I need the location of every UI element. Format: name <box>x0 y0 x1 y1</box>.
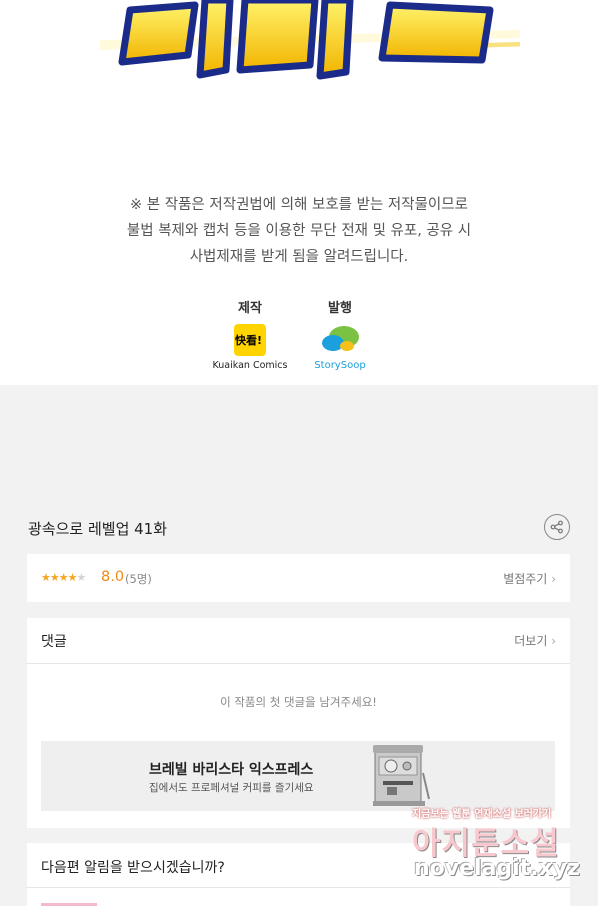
copyright-line: 불법 복제와 캡처 등을 이용한 무단 전재 및 유포, 공유 시 <box>126 223 472 239</box>
comments-title: 댓글 <box>41 634 67 650</box>
kuaikan-logo-text: 快看! <box>235 334 263 347</box>
share-icon <box>550 520 563 534</box>
episode-title-row: 광속으로 레벨업 41화 <box>28 514 570 544</box>
rating-score: 8.0 <box>101 569 125 585</box>
production-name: Kuaikan Comics <box>212 360 288 371</box>
star-filled-icon: ★ <box>67 571 78 584</box>
copyright-line: ※ 본 작품은 저작권법에 의해 보호를 받는 저작물이므로 <box>130 197 468 213</box>
comments-more-button[interactable]: 더보기 › <box>514 632 556 649</box>
star-filled-icon: ★ <box>58 571 69 584</box>
episode-footer: ※ 본 작품은 저작권법에 의해 보호를 받는 저작물이므로 불법 복제와 캡처… <box>0 0 598 385</box>
episode-title: 광속으로 레벨업 41화 <box>28 520 168 538</box>
chevron-right-icon: › <box>551 634 556 648</box>
star-filled-icon: ★ <box>49 571 60 584</box>
watermark-url: novelagit.xyz <box>414 856 580 881</box>
star-filled-icon: ★ <box>41 571 51 584</box>
star-empty-icon: ★ <box>76 571 87 584</box>
notify-question: 다음편 알림을 받으시겠습니까? <box>41 860 225 876</box>
rating-stars: ★★★★★ <box>41 571 87 584</box>
site-watermark: 지금보는 웹툰 연재소설 보러가기 아지툰소설 novelagit.xyz <box>410 800 598 890</box>
comments-card: 댓글 더보기 › 이 작품의 첫 댓글을 남겨주세요! 브레빌 바리스타 익스프… <box>27 618 570 828</box>
production-credit: 제작 快看! Kuaikan Comics <box>210 297 290 371</box>
comments-more-label: 더보기 <box>514 634 548 648</box>
share-button[interactable] <box>544 514 570 540</box>
publisher-credit: 발행 StorySoop <box>300 297 380 371</box>
rating-card: ★★★★★ 8.0 (5명) 별점주기 › <box>27 554 570 602</box>
kuaikan-logo: 快看! <box>234 324 266 356</box>
comments-header: 댓글 더보기 › <box>27 618 570 664</box>
rate-button-label: 별점주기 <box>503 572 548 586</box>
ad-subtitle: 집에서도 프로페셔널 커피를 즐기세요 <box>149 782 314 794</box>
ad-title: 브레빌 바리스타 익스프레스 <box>149 762 314 778</box>
copyright-notice: ※ 본 작품은 저작권법에 의해 보호를 받는 저작물이므로 불법 복제와 캡처… <box>0 192 598 270</box>
copyright-line: 사법제재를 받게 됨을 알려드립니다. <box>189 249 409 265</box>
storysoop-logo <box>322 326 359 351</box>
comments-empty-message: 이 작품의 첫 댓글을 남겨주세요! <box>220 695 377 709</box>
publisher-name: StorySoop <box>314 360 366 371</box>
chevron-right-icon: › <box>551 572 556 586</box>
title-logo-image <box>100 0 520 80</box>
rating-count: (5명) <box>125 572 152 586</box>
production-role: 제작 <box>238 301 262 316</box>
rate-button[interactable]: 별점주기 › <box>503 570 556 587</box>
publisher-role: 발행 <box>328 301 352 316</box>
